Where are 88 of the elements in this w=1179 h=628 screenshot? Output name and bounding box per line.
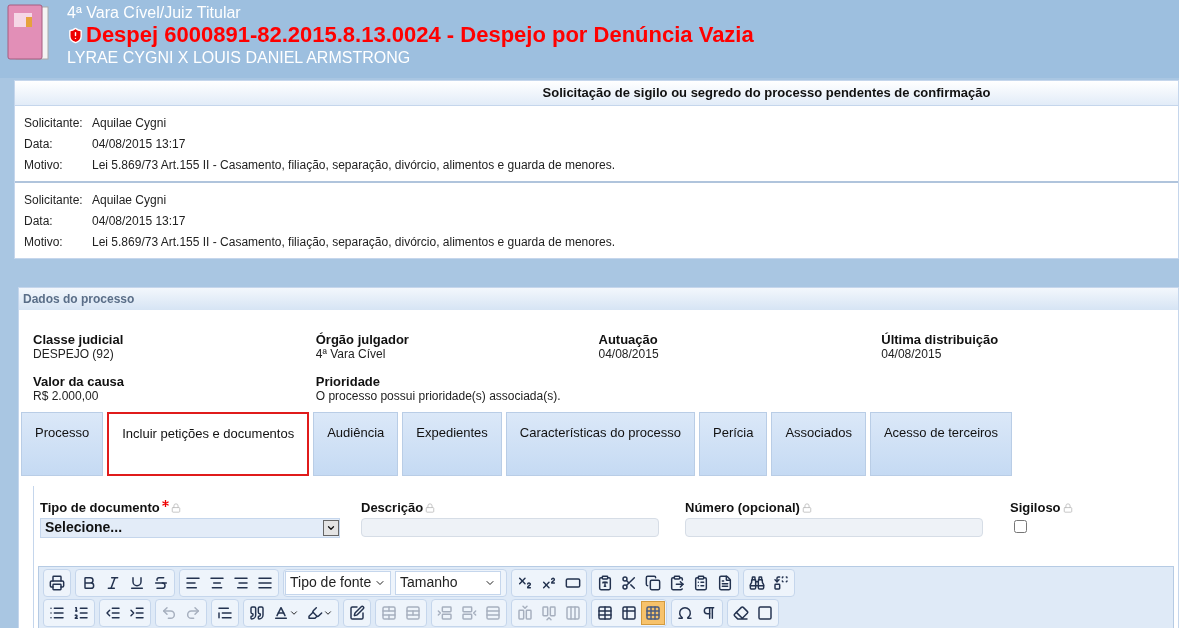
columns-icon bbox=[565, 604, 581, 621]
undo-icon bbox=[161, 604, 177, 621]
rows-icon bbox=[485, 604, 501, 621]
tab[interactable]: Características do processo bbox=[505, 412, 695, 476]
tab[interactable]: Incluir petições e documentos bbox=[107, 412, 310, 476]
field-label: Motivo: bbox=[24, 233, 64, 251]
tab[interactable]: Perícia bbox=[699, 412, 768, 476]
text-field[interactable] bbox=[361, 517, 659, 537]
tab[interactable]: Acesso de terceiros bbox=[869, 412, 1013, 476]
field-label: Valor da causa bbox=[33, 374, 126, 389]
merge-cells-icon bbox=[381, 604, 397, 621]
binoculars-icon bbox=[749, 574, 765, 591]
toolbar-dropdown[interactable]: Tamanho bbox=[395, 570, 501, 595]
field-value: Lei 5.869/73 Art.155 II - Casamento, filiação, separação, divórcio, alimentos e guarda de menores. bbox=[92, 156, 615, 174]
book-logo-icon bbox=[6, 3, 52, 63]
edit-icon bbox=[349, 604, 365, 621]
field-label: Motivo: bbox=[24, 156, 64, 174]
field-label: Data: bbox=[24, 212, 54, 230]
document-type-select[interactable]: Selecione... bbox=[40, 517, 340, 538]
insert-row-icon bbox=[437, 604, 453, 621]
field-label: Tipo de documento bbox=[40, 499, 160, 517]
split-cells-icon bbox=[405, 604, 421, 621]
field-label: Órgão julgador bbox=[315, 332, 410, 347]
square-icon bbox=[757, 604, 773, 621]
paste-text-icon bbox=[597, 574, 613, 591]
redo-icon bbox=[185, 604, 201, 621]
printer-icon bbox=[49, 574, 65, 591]
highlighter-icon bbox=[307, 604, 323, 621]
field-label: Classe judicial bbox=[33, 332, 125, 347]
insert-column-icon bbox=[541, 604, 557, 621]
underline-icon bbox=[129, 574, 145, 591]
field-value: DESPEJO (92) bbox=[33, 347, 115, 362]
tab[interactable]: Processo bbox=[21, 412, 104, 476]
tab[interactable]: Audiência bbox=[313, 412, 399, 476]
lock-icon bbox=[801, 502, 812, 513]
court-subtitle: 4ª Vara Cível/Juiz Titular bbox=[67, 3, 242, 22]
field-label: Última distribuição bbox=[881, 332, 1000, 347]
field-value: 04/08/2015 13:17 bbox=[92, 212, 186, 230]
font-color-icon bbox=[273, 604, 289, 621]
field-label: Número (opcional) bbox=[685, 499, 800, 517]
field-label: Descrição bbox=[361, 499, 424, 517]
grid-icon bbox=[645, 604, 661, 621]
document-icon bbox=[717, 574, 733, 591]
replace-icon bbox=[773, 574, 789, 591]
checkbox[interactable] bbox=[1014, 519, 1027, 533]
text-field[interactable] bbox=[685, 517, 983, 537]
parties-text: LYRAE CYGNI X LOUIS DANIEL ARMSTRONG bbox=[67, 48, 412, 67]
field-label: Sigiloso bbox=[1010, 499, 1061, 517]
tab[interactable]: Expedientes bbox=[402, 412, 502, 476]
tab[interactable]: Associados bbox=[771, 412, 866, 476]
bold-icon bbox=[81, 574, 97, 591]
field-label: Data: bbox=[24, 135, 54, 153]
field-value: R$ 2.000,00 bbox=[33, 389, 100, 404]
insert-row-icon bbox=[461, 604, 477, 621]
field-value: 04/08/2015 bbox=[598, 347, 660, 362]
lock-icon bbox=[170, 502, 181, 513]
toolbar-dropdown[interactable]: Tipo de fonte bbox=[285, 570, 391, 595]
toolbar-button[interactable] bbox=[641, 600, 665, 625]
field-value: 04/08/2015 13:17 bbox=[92, 135, 186, 153]
field-value: 04/08/2015 bbox=[881, 347, 943, 362]
field-value: Aquilae Cygni bbox=[92, 191, 167, 209]
copy-icon bbox=[645, 574, 661, 591]
quote-icon bbox=[249, 604, 265, 621]
field-value: Aquilae Cygni bbox=[92, 114, 167, 132]
numbered-list-icon bbox=[73, 604, 89, 621]
insert-column-icon bbox=[517, 604, 533, 621]
process-panel-title: Dados do processo bbox=[23, 291, 135, 308]
lock-icon bbox=[1062, 502, 1073, 513]
eraser-icon bbox=[733, 604, 749, 621]
field-label: Solicitante: bbox=[24, 191, 84, 209]
clipboard-icon bbox=[693, 574, 709, 591]
table-icon bbox=[621, 604, 637, 621]
strikethrough-icon bbox=[153, 574, 169, 591]
pilcrow-icon bbox=[701, 604, 717, 621]
field-label: Autuação bbox=[598, 332, 659, 347]
field-label: Solicitante: bbox=[24, 114, 84, 132]
table-icon bbox=[597, 604, 613, 621]
field-label: Prioridade bbox=[315, 374, 382, 389]
process-title: Despej 6000891-82.2015.8.13.0024 - Despejo por Denúncia Vazia bbox=[86, 22, 754, 48]
italic-icon bbox=[105, 574, 121, 591]
cut-icon bbox=[621, 574, 637, 591]
paste-icon bbox=[669, 574, 685, 591]
field-value: Lei 5.869/73 Art.155 II - Casamento, filiação, separação, divórcio, alimentos e guarda de menores. bbox=[92, 233, 615, 251]
omega-icon bbox=[677, 604, 693, 621]
field-value: 4ª Vara Cível bbox=[315, 347, 387, 362]
field-value: O processo possui prioridade(s) associada(s). bbox=[315, 389, 562, 404]
requests-title: Solicitação de sigilo ou segredo do processo pendentes de confirmação bbox=[542, 84, 991, 103]
lock-icon bbox=[425, 502, 436, 513]
